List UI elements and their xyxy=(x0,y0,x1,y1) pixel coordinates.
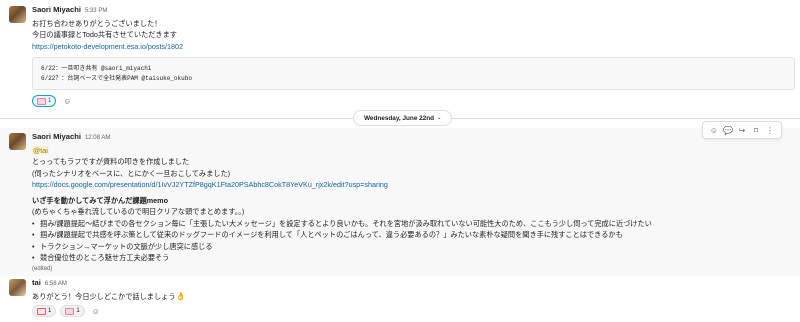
reaction-pill[interactable]: 1 xyxy=(32,95,57,107)
message-text: ありがとう！今日少しどこかで話しましょう xyxy=(32,291,176,301)
list-item: 掴み/課題提起〜結びまでの各セクション毎に「主張したい大メッセージ」を設定すると… xyxy=(32,218,790,230)
avatar[interactable] xyxy=(9,279,26,296)
message-text: とっってもラフですが資料の叩きを作成しました xyxy=(32,157,190,166)
avatar[interactable] xyxy=(9,133,26,150)
add-reaction-icon[interactable]: ☺ xyxy=(89,305,103,317)
list-item: 掴み/課題提起で共感を呼ぶ策として従来のドッグフードのイメージを利用して「人とペ… xyxy=(32,229,790,241)
message-text: 今日の議事録とTodo共有させていただきます xyxy=(32,30,177,39)
author-name[interactable]: tai xyxy=(32,278,41,287)
reply-in-thread-icon[interactable]: 💬 xyxy=(723,125,733,135)
list-item: トラクション→マーケットの文脈が少し唐突に感じる xyxy=(32,241,790,253)
list-item: 競合優位性のところ魅せ方工夫必要そう xyxy=(32,252,790,264)
date-divider[interactable]: Wednesday, June 22nd ⌄ xyxy=(353,110,453,126)
avatar[interactable] xyxy=(9,6,26,23)
timestamp[interactable]: 5:33 PM xyxy=(85,8,107,14)
message-text: お打ち合わせありがとうございました！ xyxy=(32,18,162,28)
reaction-pill[interactable]: 1 xyxy=(32,305,57,317)
chevron-down-icon: ⌄ xyxy=(437,115,442,121)
user-mention[interactable]: @tai xyxy=(32,145,49,155)
timestamp[interactable]: 12:08 AM xyxy=(85,135,110,141)
bookmark-icon[interactable]: ⌑ xyxy=(751,125,761,135)
message-text: (めちゃくちゃ垂れ流しているので明日クリアな頭でまとめます。。) xyxy=(32,207,245,216)
pink-stamp-icon xyxy=(37,97,46,105)
add-reaction-icon[interactable]: ☺ xyxy=(709,125,719,135)
message-link[interactable]: https://docs.google.com/presentation/d/1… xyxy=(32,179,790,191)
message-actions-toolbar: ☺ 💬 ↪ ⌑ ⋮ xyxy=(702,121,782,139)
message-link[interactable]: https://petokoto-development.esa.io/post… xyxy=(32,41,790,53)
author-name[interactable]: Saori Miyachi xyxy=(32,132,81,141)
edited-label: (edited) xyxy=(32,265,53,272)
red-stamp-icon xyxy=(37,307,46,315)
author-name[interactable]: Saori Miyachi xyxy=(32,5,81,14)
pink-stamp-icon xyxy=(65,307,75,315)
share-icon[interactable]: ↪ xyxy=(737,125,747,135)
timestamp[interactable]: 6:58 AM xyxy=(45,281,67,287)
code-block: 6/22：一旦叩き共有 @saori_miyachi 6/22？：台詞ベースで全… xyxy=(32,57,795,90)
message-heading: いざ手を動かしてみて浮かんだ課題memo xyxy=(32,195,168,205)
ok-hand-emoji-icon: 👌 xyxy=(175,291,186,301)
message-text: (伺ったシナリオをベースに、とにかく一旦おこしてみました) xyxy=(32,168,231,178)
code-line: 6/22：一旦叩き共有 @saori_miyachi xyxy=(41,65,152,72)
reaction-pill[interactable]: 1 xyxy=(60,305,85,317)
code-line: 6/22？：台詞ベースで全社発表PAM @taisuke_okubo xyxy=(41,74,192,82)
add-reaction-icon[interactable]: ☺ xyxy=(60,95,74,107)
more-actions-icon[interactable]: ⋮ xyxy=(765,125,775,135)
